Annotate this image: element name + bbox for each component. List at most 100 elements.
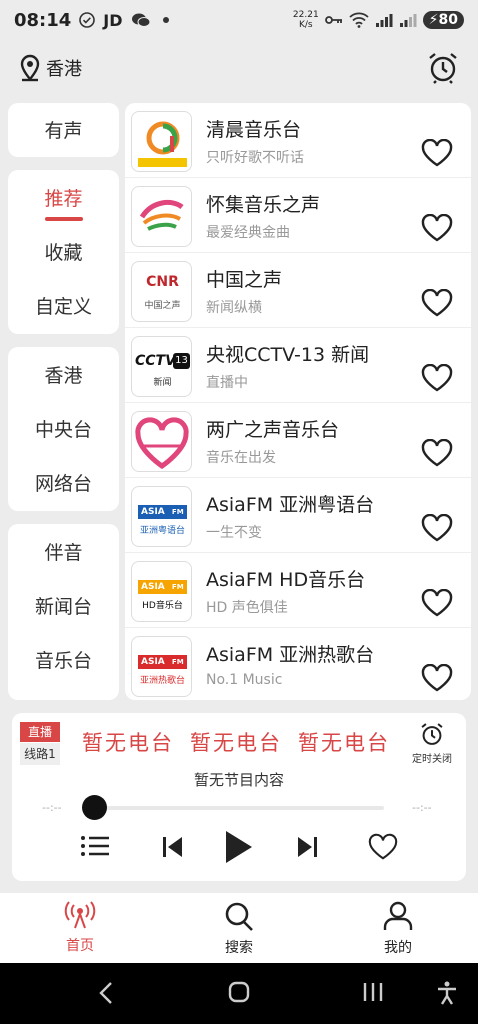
check-badge-icon bbox=[79, 12, 96, 28]
station-row[interactable]: 两广之声音乐台 音乐在出发 bbox=[125, 403, 471, 478]
system-nav-bar bbox=[0, 963, 478, 1024]
cctv-logo-number: 13 bbox=[173, 353, 190, 369]
player-panel: 直播 线路1 暂无电台 暂无电台 暂无电台 定时关闭 暂无节目内容 --:-- --… bbox=[12, 713, 466, 881]
live-badge: 直播 bbox=[20, 722, 60, 742]
radio-tower-icon bbox=[64, 901, 96, 929]
now-playing-marquee: 暂无电台 暂无电台 暂无电台 bbox=[82, 727, 394, 763]
search-icon bbox=[225, 902, 253, 931]
asiafm-subtext: 亚洲热歌台 bbox=[139, 676, 185, 686]
signal-icon bbox=[399, 14, 417, 27]
heart-icon[interactable] bbox=[421, 139, 453, 167]
progress-track[interactable] bbox=[94, 806, 384, 810]
station-name: AsiaFM HD音乐台 bbox=[206, 569, 366, 591]
alarm-clock-icon bbox=[421, 723, 443, 745]
marquee-text: 暂无电台 bbox=[190, 731, 282, 755]
category-item[interactable]: 伴音 bbox=[8, 538, 119, 565]
category-item[interactable]: 香港 bbox=[8, 361, 119, 388]
notification-dot bbox=[162, 17, 169, 23]
next-icon[interactable] bbox=[296, 835, 318, 859]
asiafm-subtext: 亚洲粤语台 bbox=[139, 526, 185, 536]
station-row[interactable]: ASIA FM 亚洲粤语台 AsiaFM 亚洲粤语台 一生不变 bbox=[125, 478, 471, 553]
heart-icon[interactable] bbox=[421, 439, 453, 467]
nav-search-label: 搜索 bbox=[225, 940, 253, 956]
station-row[interactable]: 清晨音乐台 只听好歌不听话 bbox=[125, 103, 471, 178]
line-selector[interactable]: 线路1 bbox=[20, 743, 60, 765]
station-row[interactable]: ASIA FM 亚洲热歌台 AsiaFM 亚洲热歌台 No.1 Music bbox=[125, 628, 471, 700]
asiafm-subtext: HD音乐台 bbox=[142, 601, 183, 611]
status-bar: 08:14 JD 22.21 K/s ⚡80 bbox=[0, 0, 478, 40]
bottom-navigation: 首页 搜索 我的 bbox=[0, 893, 478, 963]
favorite-heart-icon[interactable] bbox=[368, 833, 398, 861]
clock: 08:14 bbox=[14, 9, 72, 31]
station-name: AsiaFM 亚洲热歌台 bbox=[206, 644, 375, 666]
station-row[interactable]: ASIA FM HD音乐台 AsiaFM HD音乐台 HD 声色俱佳 bbox=[125, 553, 471, 628]
recents-icon[interactable] bbox=[362, 981, 384, 1003]
heart-icon[interactable] bbox=[421, 289, 453, 317]
station-list: 清晨音乐台 只听好歌不听话 怀集音乐之声 最爱经典金曲 CNR 中国之声 中国之… bbox=[125, 103, 471, 700]
category-item[interactable]: 音乐台 bbox=[8, 646, 119, 673]
play-icon[interactable] bbox=[224, 829, 254, 865]
alarm-button[interactable] bbox=[426, 50, 460, 88]
station-row[interactable]: CNR 中国之声 中国之声 新闻纵横 bbox=[125, 253, 471, 328]
category-card-2: 推荐 收藏 自定义 bbox=[8, 170, 119, 334]
heart-icon[interactable] bbox=[421, 364, 453, 392]
location-selector[interactable]: 香港 bbox=[18, 54, 82, 82]
heart-icon[interactable] bbox=[421, 664, 453, 692]
sleep-timer-label: 定时关闭 bbox=[412, 754, 452, 765]
category-item[interactable]: 有声 bbox=[8, 116, 119, 143]
home-icon[interactable] bbox=[228, 981, 250, 1003]
asiafm-brand: ASIA bbox=[141, 582, 165, 592]
header: 香港 bbox=[0, 46, 478, 92]
category-item[interactable]: 新闻台 bbox=[8, 592, 119, 619]
wechat-icon bbox=[131, 13, 151, 27]
station-desc: 一生不变 bbox=[206, 525, 262, 541]
station-desc: 新闻纵横 bbox=[206, 300, 262, 316]
asiafm-fm: FM bbox=[171, 583, 184, 591]
nav-home[interactable]: 首页 bbox=[35, 901, 125, 955]
station-desc: 只听好歌不听话 bbox=[206, 150, 304, 166]
station-desc: HD 声色俱佳 bbox=[206, 600, 288, 616]
playlist-icon[interactable] bbox=[80, 831, 110, 861]
category-item[interactable]: 中央台 bbox=[8, 415, 119, 442]
asiafm-logo-box: ASIA FM bbox=[138, 655, 187, 669]
sleep-timer-button[interactable]: 定时关闭 bbox=[408, 721, 456, 765]
heart-icon[interactable] bbox=[421, 214, 453, 242]
nav-search[interactable]: 搜索 bbox=[194, 901, 284, 957]
net-speed-value: 22.21 bbox=[292, 10, 319, 20]
station-logo bbox=[131, 411, 192, 472]
heart-icon[interactable] bbox=[421, 514, 453, 542]
category-card-4: 伴音 新闻台 音乐台 bbox=[8, 524, 119, 700]
station-logo: ASIA FM 亚洲热歌台 bbox=[131, 636, 192, 697]
category-item-active[interactable]: 推荐 bbox=[8, 184, 119, 211]
previous-icon[interactable] bbox=[162, 835, 184, 859]
marquee-text: 暂无电台 bbox=[82, 731, 174, 755]
asiafm-logo-box: ASIA FM bbox=[138, 580, 187, 594]
total-time: --:-- bbox=[412, 801, 432, 814]
category-item[interactable]: 收藏 bbox=[8, 238, 119, 265]
category-item[interactable]: 自定义 bbox=[8, 292, 119, 319]
cctv-logo-text: CCTV bbox=[135, 353, 176, 369]
station-logo bbox=[131, 111, 192, 172]
category-card-3: 香港 中央台 网络台 bbox=[8, 347, 119, 511]
program-info: 暂无节目内容 bbox=[193, 771, 284, 789]
battery-indicator: ⚡80 bbox=[422, 11, 464, 29]
heart-icon[interactable] bbox=[421, 589, 453, 617]
station-name: 两广之声音乐台 bbox=[206, 419, 340, 441]
station-row[interactable]: 怀集音乐之声 最爱经典金曲 bbox=[125, 178, 471, 253]
station-row[interactable]: CCTV 13 新闻 央视CCTV-13 新闻 直播中 bbox=[125, 328, 471, 403]
alarm-clock-icon bbox=[429, 53, 457, 84]
asiafm-fm: FM bbox=[171, 658, 184, 666]
accessibility-icon[interactable] bbox=[436, 981, 458, 1005]
station-desc: 音乐在出发 bbox=[206, 450, 276, 466]
nav-mine[interactable]: 我的 bbox=[353, 901, 443, 957]
station-logo bbox=[131, 186, 192, 247]
progress-handle[interactable] bbox=[82, 795, 107, 820]
category-item[interactable]: 网络台 bbox=[8, 469, 119, 496]
cnr-logo-text: CNR bbox=[146, 274, 179, 290]
asiafm-brand: ASIA bbox=[141, 657, 165, 667]
station-name: 怀集音乐之声 bbox=[206, 194, 321, 216]
nav-home-label: 首页 bbox=[66, 938, 94, 954]
back-icon[interactable] bbox=[96, 981, 116, 1005]
station-name: AsiaFM 亚洲粤语台 bbox=[206, 494, 375, 516]
elapsed-time: --:-- bbox=[42, 801, 62, 814]
